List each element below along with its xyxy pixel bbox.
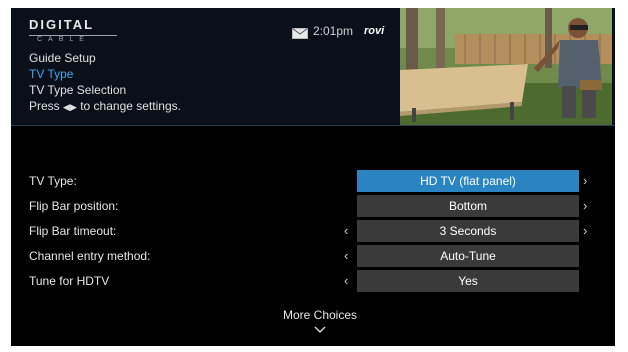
live-tv-preview — [400, 8, 612, 125]
tv-screen: DIGITAL CABLE 2:01pm rovi Guide Setup TV… — [11, 8, 615, 346]
chevron-right-icon[interactable]: › — [583, 223, 587, 238]
digital-cable-logo: DIGITAL CABLE — [29, 17, 119, 45]
logo-sub-text: CABLE — [37, 36, 90, 43]
flip-bar-position-label: Flip Bar position: — [29, 199, 119, 213]
channel-entry-label: Channel entry method: — [29, 249, 151, 263]
setting-row-tune-hdtv[interactable]: Tune for HDTV ‹ Yes — [11, 270, 615, 292]
chevron-right-icon[interactable]: › — [583, 198, 587, 213]
breadcrumb-guide-setup: Guide Setup — [29, 51, 96, 65]
chevron-left-icon[interactable]: ‹ — [344, 248, 348, 263]
instruction-text: Press ◀▶ to change settings. — [29, 98, 379, 115]
setting-row-tv-type[interactable]: TV Type: HD TV (flat panel) › — [11, 170, 615, 192]
flip-bar-position-value[interactable]: Bottom — [357, 195, 579, 217]
tv-type-value[interactable]: HD TV (flat panel) — [357, 170, 579, 192]
tv-type-label: TV Type: — [29, 174, 77, 188]
flip-bar-timeout-label: Flip Bar timeout: — [29, 224, 117, 238]
tune-hdtv-value[interactable]: Yes — [357, 270, 579, 292]
page-title: TV Type Selection — [29, 83, 127, 97]
left-right-arrows-icon: ◀▶ — [63, 102, 77, 112]
more-choices-button[interactable]: More Choices — [11, 308, 615, 322]
rovi-logo: rovi — [364, 25, 385, 37]
setting-row-flip-bar-position[interactable]: Flip Bar position: Bottom › — [11, 195, 615, 217]
tune-hdtv-label: Tune for HDTV — [29, 274, 110, 288]
chevron-left-icon[interactable]: ‹ — [344, 223, 348, 238]
logo-main-text: DIGITAL — [29, 17, 95, 32]
setting-row-flip-bar-timeout[interactable]: Flip Bar timeout: ‹ 3 Seconds › — [11, 220, 615, 242]
mail-icon — [292, 28, 308, 39]
flip-bar-timeout-value[interactable]: 3 Seconds — [357, 220, 579, 242]
chevron-right-icon[interactable]: › — [583, 173, 587, 188]
header-divider — [11, 125, 615, 126]
instruction-prefix: Press — [29, 99, 60, 113]
chevron-left-icon[interactable]: ‹ — [344, 273, 348, 288]
instruction-suffix: to change settings. — [80, 99, 181, 113]
breadcrumb-tv-type: TV Type — [29, 67, 74, 81]
clock: 2:01pm — [313, 24, 354, 38]
breadcrumb: Guide Setup TV Type TV Type Selection Pr… — [29, 50, 379, 115]
setting-row-channel-entry[interactable]: Channel entry method: ‹ Auto-Tune — [11, 245, 615, 267]
channel-entry-value[interactable]: Auto-Tune — [357, 245, 579, 267]
header: DIGITAL CABLE 2:01pm rovi Guide Setup TV… — [11, 8, 615, 125]
chevron-down-icon[interactable] — [314, 326, 326, 334]
